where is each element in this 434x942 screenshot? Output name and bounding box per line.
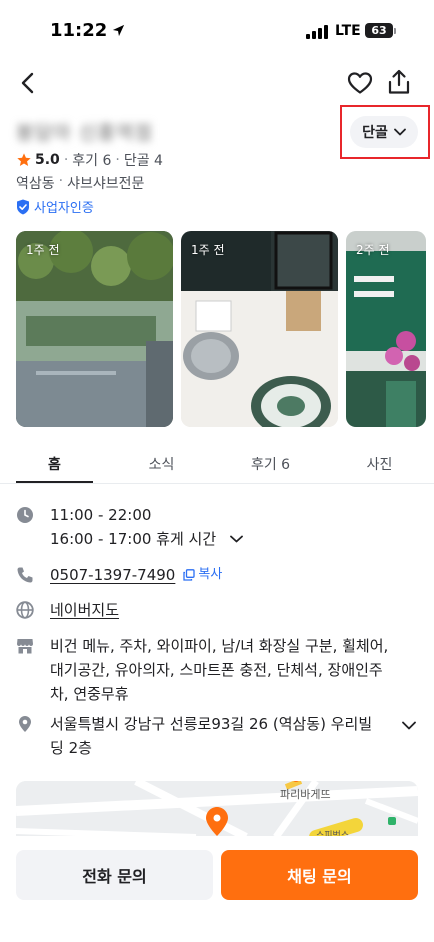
status-bar: 11:22 LTE 63 xyxy=(0,0,434,62)
battery-cap xyxy=(394,28,396,34)
amenities-text: 비건 메뉴, 주차, 와이파이, 남/녀 화장실 구분, 휠체어, 대기공간, … xyxy=(50,637,389,703)
separator: · xyxy=(63,152,69,168)
time-text: 11:22 xyxy=(50,20,108,41)
separator: · xyxy=(115,152,120,168)
location-pin-icon xyxy=(19,716,31,732)
tab-reviews[interactable]: 후기 6 xyxy=(232,454,309,474)
copy-label: 복사 xyxy=(198,567,223,582)
store-photo-entrance xyxy=(346,231,426,427)
status-time: 11:22 xyxy=(50,20,126,41)
separator: · xyxy=(58,173,64,189)
map-preview[interactable]: 파리바게뜨 스피벅스 xyxy=(16,781,418,837)
photo-carousel[interactable]: 1주 전 1주 전 2주 전 xyxy=(16,231,426,427)
phone-icon xyxy=(17,567,33,583)
verified-shield-icon xyxy=(17,199,29,214)
map-place-label: 파리바게뜨 xyxy=(280,788,331,801)
highlight-box xyxy=(340,105,430,159)
review-count[interactable]: 후기 6 xyxy=(72,150,111,170)
location-arrow-icon xyxy=(113,24,125,37)
rating-row: 5.0 · 후기 6 · 단골 4 xyxy=(16,150,163,170)
photo-3[interactable]: 2주 전 xyxy=(346,231,426,427)
star-icon xyxy=(17,153,31,166)
favorite-button[interactable] xyxy=(344,66,376,100)
signal-icon xyxy=(306,25,328,39)
category-text: 샤브샤브전문 xyxy=(67,176,145,192)
photo-time-label: 1주 전 xyxy=(191,243,225,257)
phone-row: 0507-1397-7490 복사 xyxy=(16,563,222,587)
tab-photos[interactable]: 사진 xyxy=(341,454,418,474)
copy-button[interactable]: 복사 xyxy=(183,563,222,587)
naver-map-link[interactable]: 네이버지도 xyxy=(50,601,119,619)
business-verified-badge: 사업자인증 xyxy=(16,197,94,216)
verified-label: 사업자인증 xyxy=(34,201,94,216)
clock-icon xyxy=(17,507,33,523)
map-link-row: 네이버지도 xyxy=(16,598,119,622)
store-name: 봉담아 신흥역점 xyxy=(16,117,168,145)
store-icon xyxy=(17,639,33,654)
address-row[interactable]: 서울특별시 강남구 선릉로93길 26 (역삼동) 우리빌딩 2층 xyxy=(16,712,418,760)
tab-bar: 홈 소식 후기 6 사진 xyxy=(0,444,434,484)
share-button[interactable] xyxy=(383,64,415,100)
location-text: 역삼동 xyxy=(16,176,55,192)
share-icon xyxy=(388,69,410,94)
photo-2[interactable]: 1주 전 xyxy=(181,231,338,427)
address-text: 서울특별시 강남구 선릉로93길 26 (역삼동) 우리빌딩 2층 xyxy=(50,715,373,757)
store-photo-table xyxy=(181,231,338,427)
active-tab-indicator xyxy=(16,481,93,483)
hours-row[interactable]: 11:00 - 22:00 16:00 - 17:00 휴게 시간 xyxy=(16,503,244,551)
map-graphic xyxy=(16,781,418,837)
globe-icon xyxy=(16,601,34,619)
bottom-action-bar: 전화 문의 채팅 문의 xyxy=(0,836,434,942)
chevron-down-icon[interactable] xyxy=(402,721,416,730)
store-photo-salad-bar xyxy=(16,231,173,427)
photo-1[interactable]: 1주 전 xyxy=(16,231,173,427)
amenities-row: 비건 메뉴, 주차, 와이파이, 남/녀 화장실 구분, 휠체어, 대기공간, … xyxy=(16,634,416,706)
network-type: LTE xyxy=(335,23,361,39)
tab-home[interactable]: 홈 xyxy=(16,454,93,474)
photo-time-label: 1주 전 xyxy=(26,243,60,257)
open-hours: 11:00 - 22:00 xyxy=(50,506,152,524)
store-name-text: 봉담아 신흥역점 xyxy=(16,121,153,144)
regular-count: 단골 4 xyxy=(123,153,163,169)
battery-icon: 63 xyxy=(365,23,393,38)
chevron-down-icon[interactable] xyxy=(230,535,244,543)
tab-news[interactable]: 소식 xyxy=(123,454,200,474)
copy-icon xyxy=(183,569,196,581)
break-time: 16:00 - 17:00 휴게 시간 xyxy=(50,530,217,548)
phone-number-link[interactable]: 0507-1397-7490 xyxy=(50,563,175,587)
rating-score: 5.0 xyxy=(35,152,60,168)
heart-icon xyxy=(347,72,373,94)
chat-inquiry-button[interactable]: 채팅 문의 xyxy=(221,850,418,900)
back-button[interactable] xyxy=(12,66,44,100)
category-row: 역삼동 · 샤브샤브전문 xyxy=(16,173,144,193)
hours-text: 11:00 - 22:00 16:00 - 17:00 휴게 시간 xyxy=(50,503,244,551)
phone-inquiry-button[interactable]: 전화 문의 xyxy=(16,850,213,900)
photo-time-label: 2주 전 xyxy=(356,243,390,257)
back-arrow-icon xyxy=(21,72,34,94)
